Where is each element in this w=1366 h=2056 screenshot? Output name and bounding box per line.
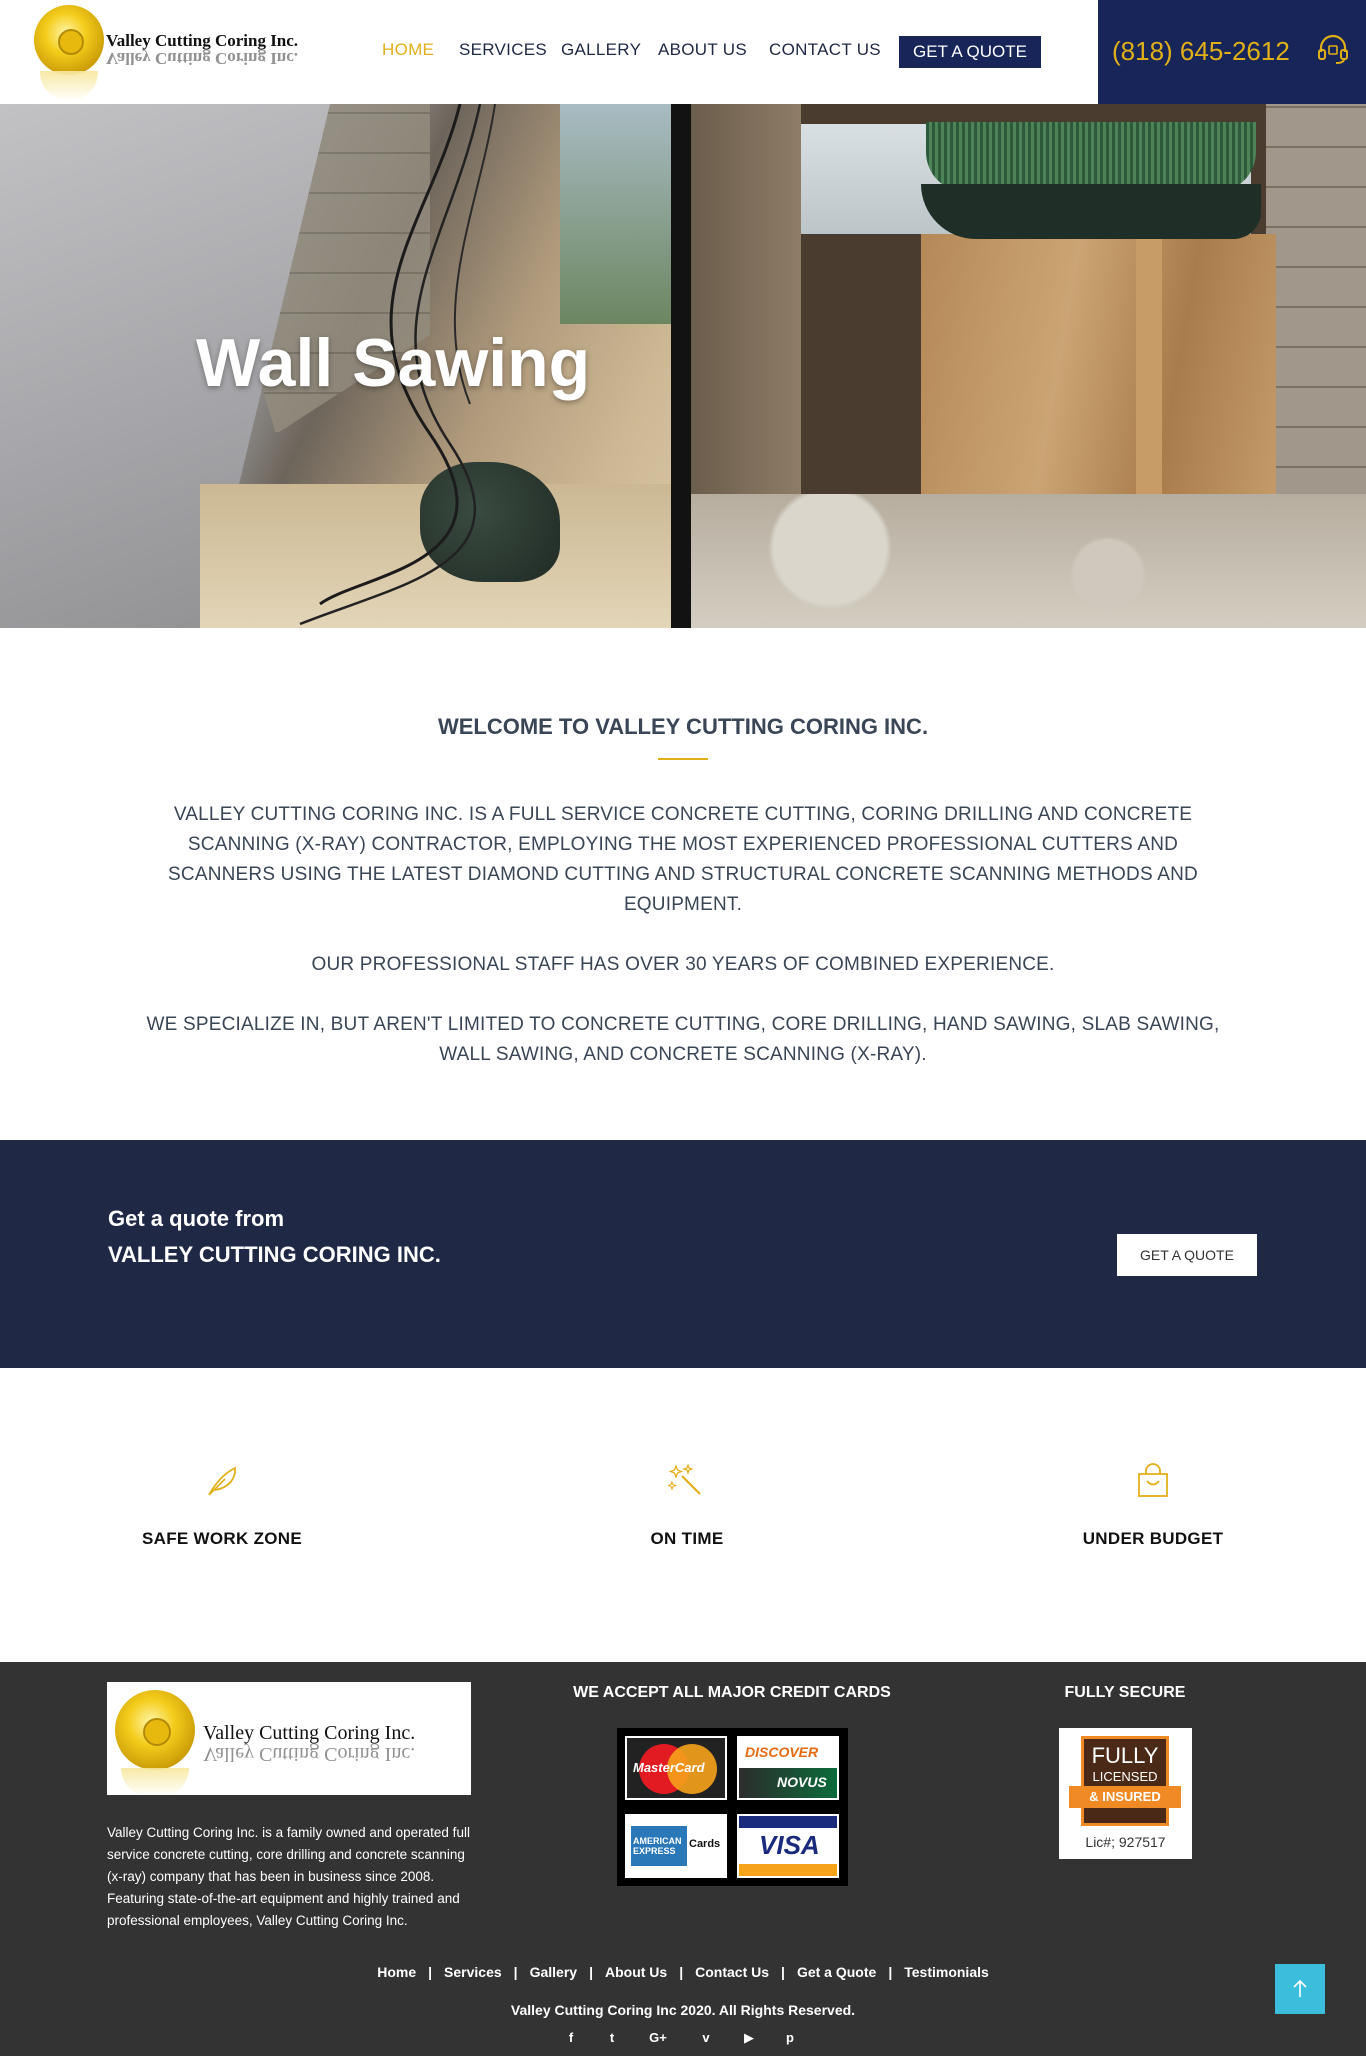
site-footer: Valley Cutting Coring Inc. Valley Cuttin… [0,1662,1366,2056]
vimeo-icon[interactable]: v [696,2028,716,2048]
hero-photo-rubble [691,494,1366,628]
discover-text: DISCOVER [745,1744,819,1760]
welcome-text: VALLEY CUTTING CORING INC. IS A FULL SER… [140,800,1226,1100]
footer-link-gallery[interactable]: Gallery [530,1964,577,1980]
amex-cards-text: Cards [689,1838,721,1850]
phone-box: (818) 645-2612 [1098,0,1366,104]
footer-link-home[interactable]: Home [377,1964,416,1980]
pinterest-icon[interactable]: p [780,2028,800,2048]
logo-text-reflection: Valley Cutting Coring Inc. [106,49,299,68]
hero-photo-post [1136,194,1162,514]
amex-text: AMERICAN EXPRESS [633,1836,682,1856]
visa-text: VISA [759,1830,820,1860]
copyright: Valley Cutting Coring Inc 2020. All Righ… [510,2002,856,2018]
footer-links: Home | Services | Gallery | About Us | Contact U… [0,1964,1366,1980]
twitter-icon[interactable]: t [602,2028,622,2048]
feature-safe-work-zone: SAFE WORK ZONE [102,1462,342,1549]
nav-about-us[interactable]: ABOUT US [658,40,747,60]
footer-link-services[interactable]: Services [444,1964,502,1980]
hero-photo-wires [926,122,1256,192]
hero-photo-wall-opening [671,104,1366,628]
visa-logo: VISA [737,1814,839,1878]
back-to-top-button[interactable] [1275,1964,1325,2014]
facebook-icon[interactable]: f [561,2028,581,2048]
feature-label: SAFE WORK ZONE [141,1529,303,1548]
band-get-quote-button[interactable]: GET A QUOTE [1117,1234,1257,1276]
welcome-paragraph: VALLEY CUTTING CORING INC. IS A FULL SER… [168,804,1198,915]
nav-gallery[interactable]: GALLERY [561,40,641,60]
discover-logo: DISCOVER NOVUS [737,1736,839,1800]
logo-reflection [121,1768,189,1795]
link-separator: | [888,1964,893,1980]
credit-cards-heading: WE ACCEPT ALL MAJOR CREDIT CARDS [573,1684,891,1701]
google-plus-icon[interactable]: G+ [648,2028,668,2048]
saw-blade-logo-icon [34,5,104,75]
novus-text: NOVUS [777,1774,827,1790]
link-separator: | [428,1964,433,1980]
badge-ribbon: & INSURED [1069,1786,1181,1808]
license-number: Lic#; 927517 [1085,1834,1166,1850]
welcome-paragraph: WE SPECIALIZE IN, BUT AREN'T LIMITED TO … [146,1014,1220,1065]
phone-number[interactable]: (818) 645-2612 [1112,36,1290,67]
footer-link-about-us[interactable]: About Us [605,1964,667,1980]
arrow-up-icon [1293,1979,1307,1997]
heading-underline [658,758,708,760]
badge-shield: FULLY LICENSED [1081,1736,1169,1826]
youtube-icon[interactable]: ▶ [739,2028,759,2048]
feather-icon [208,1466,236,1496]
header-get-quote-button[interactable]: GET A QUOTE [899,36,1041,68]
feature-label: UNDER BUDGET [1082,1529,1224,1548]
link-separator: | [781,1964,785,1980]
fully-secure-heading: FULLY SECURE [1064,1684,1186,1701]
site-header: Valley Cutting Coring Inc. Valley Cuttin… [0,0,1366,104]
quote-band: Get a quote from VALLEY CUTTING CORING I… [0,1140,1366,1368]
link-separator: | [513,1964,518,1980]
nav-home[interactable]: HOME [382,40,434,60]
footer-logo-text-reflection: Valley Cutting Coring Inc. [203,1743,416,1765]
credit-cards-image: MasterCard DISCOVER NOVUS AMERICAN EXPRE… [617,1728,848,1886]
hero-photo-sky [560,104,671,324]
logo-reflection [40,71,98,101]
shopping-bag-icon [1138,1463,1168,1497]
magic-wand-icon [667,1463,701,1495]
hero-photo-plywood [921,234,1276,494]
footer-about-text: Valley Cutting Coring Inc. is a family o… [107,1825,470,1928]
feature-on-time: ON TIME [567,1462,807,1549]
saw-blade-logo-icon [115,1690,195,1770]
badge-line2: LICENSED [1092,1769,1158,1784]
quote-band-line1: Get a quote from [108,1206,285,1231]
welcome-heading: WELCOME TO VALLEY CUTTING CORING INC. [437,714,929,739]
footer-link-testimonials[interactable]: Testimonials [904,1964,989,1980]
hero-title: Wall Sawing [196,325,591,401]
hero-banner: Wall Sawing [0,104,1366,628]
amex-logo: AMERICAN EXPRESS Cards [625,1814,727,1878]
site-logo[interactable]: Valley Cutting Coring Inc. Valley Cuttin… [34,5,324,103]
nav-services[interactable]: SERVICES [459,40,547,60]
footer-link-contact-us[interactable]: Contact Us [695,1964,769,1980]
footer-link-get-a-quote[interactable]: Get a Quote [797,1964,876,1980]
link-separator: | [589,1964,593,1980]
quote-band-line2: VALLEY CUTTING CORING INC. [108,1242,441,1267]
footer-logo[interactable]: Valley Cutting Coring Inc. Valley Cuttin… [107,1682,471,1795]
mastercard-text: MasterCard [633,1760,705,1775]
feature-under-budget: UNDER BUDGET [1033,1462,1273,1549]
hero-photo-cloth [921,184,1261,239]
welcome-paragraph: OUR PROFESSIONAL STAFF HAS OVER 30 YEARS… [311,954,1055,975]
badge-line1: FULLY [1091,1743,1159,1768]
mastercard-logo: MasterCard [625,1736,727,1800]
link-separator: | [679,1964,684,1980]
nav-contact-us[interactable]: CONTACT US [769,40,881,60]
headset-icon [1318,34,1348,64]
feature-label: ON TIME [650,1529,724,1548]
licensed-insured-badge: FULLY LICENSED & INSURED Lic#; 927517 [1059,1728,1192,1859]
